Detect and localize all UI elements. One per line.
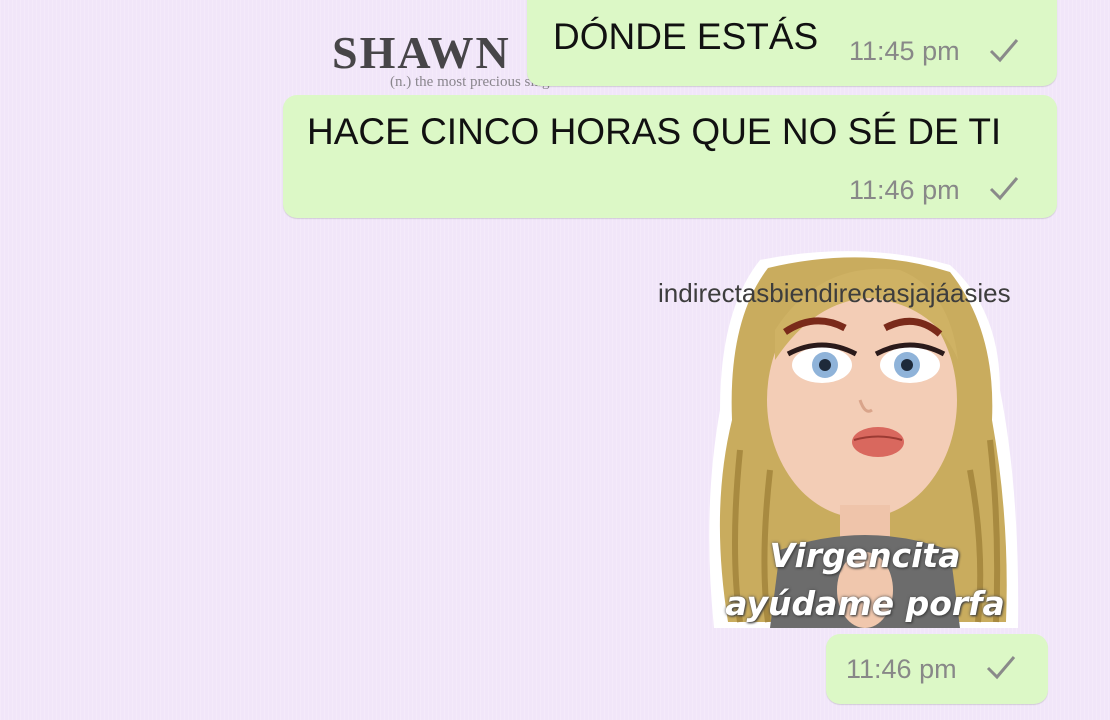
message-bubble[interactable]: DÓNDE ESTÁS 11:45 pm <box>527 0 1057 86</box>
message-text: DÓNDE ESTÁS <box>553 16 819 57</box>
sticker-caption-line2: ayúdame porfa <box>725 584 1005 623</box>
sticker-timestamp-bubble[interactable]: 11:46 pm <box>826 634 1048 704</box>
watermark-text: indirectasbiendirectasjajáasies <box>658 278 1011 308</box>
wallpaper-title: SHAWN <box>332 27 511 78</box>
sticker-caption-line1: Virgencita <box>769 536 961 575</box>
single-check-icon <box>989 177 1019 201</box>
message-bubble[interactable]: HACE CINCO HORAS QUE NO SÉ DE TI 11:46 p… <box>283 95 1057 218</box>
single-check-icon <box>986 656 1016 680</box>
message-timestamp: 11:46 pm <box>849 175 960 205</box>
single-check-icon <box>989 39 1019 63</box>
message-timestamp: 11:45 pm <box>849 36 960 66</box>
message-text: HACE CINCO HORAS QUE NO SÉ DE TI <box>307 111 1002 152</box>
message-timestamp: 11:46 pm <box>846 654 957 684</box>
